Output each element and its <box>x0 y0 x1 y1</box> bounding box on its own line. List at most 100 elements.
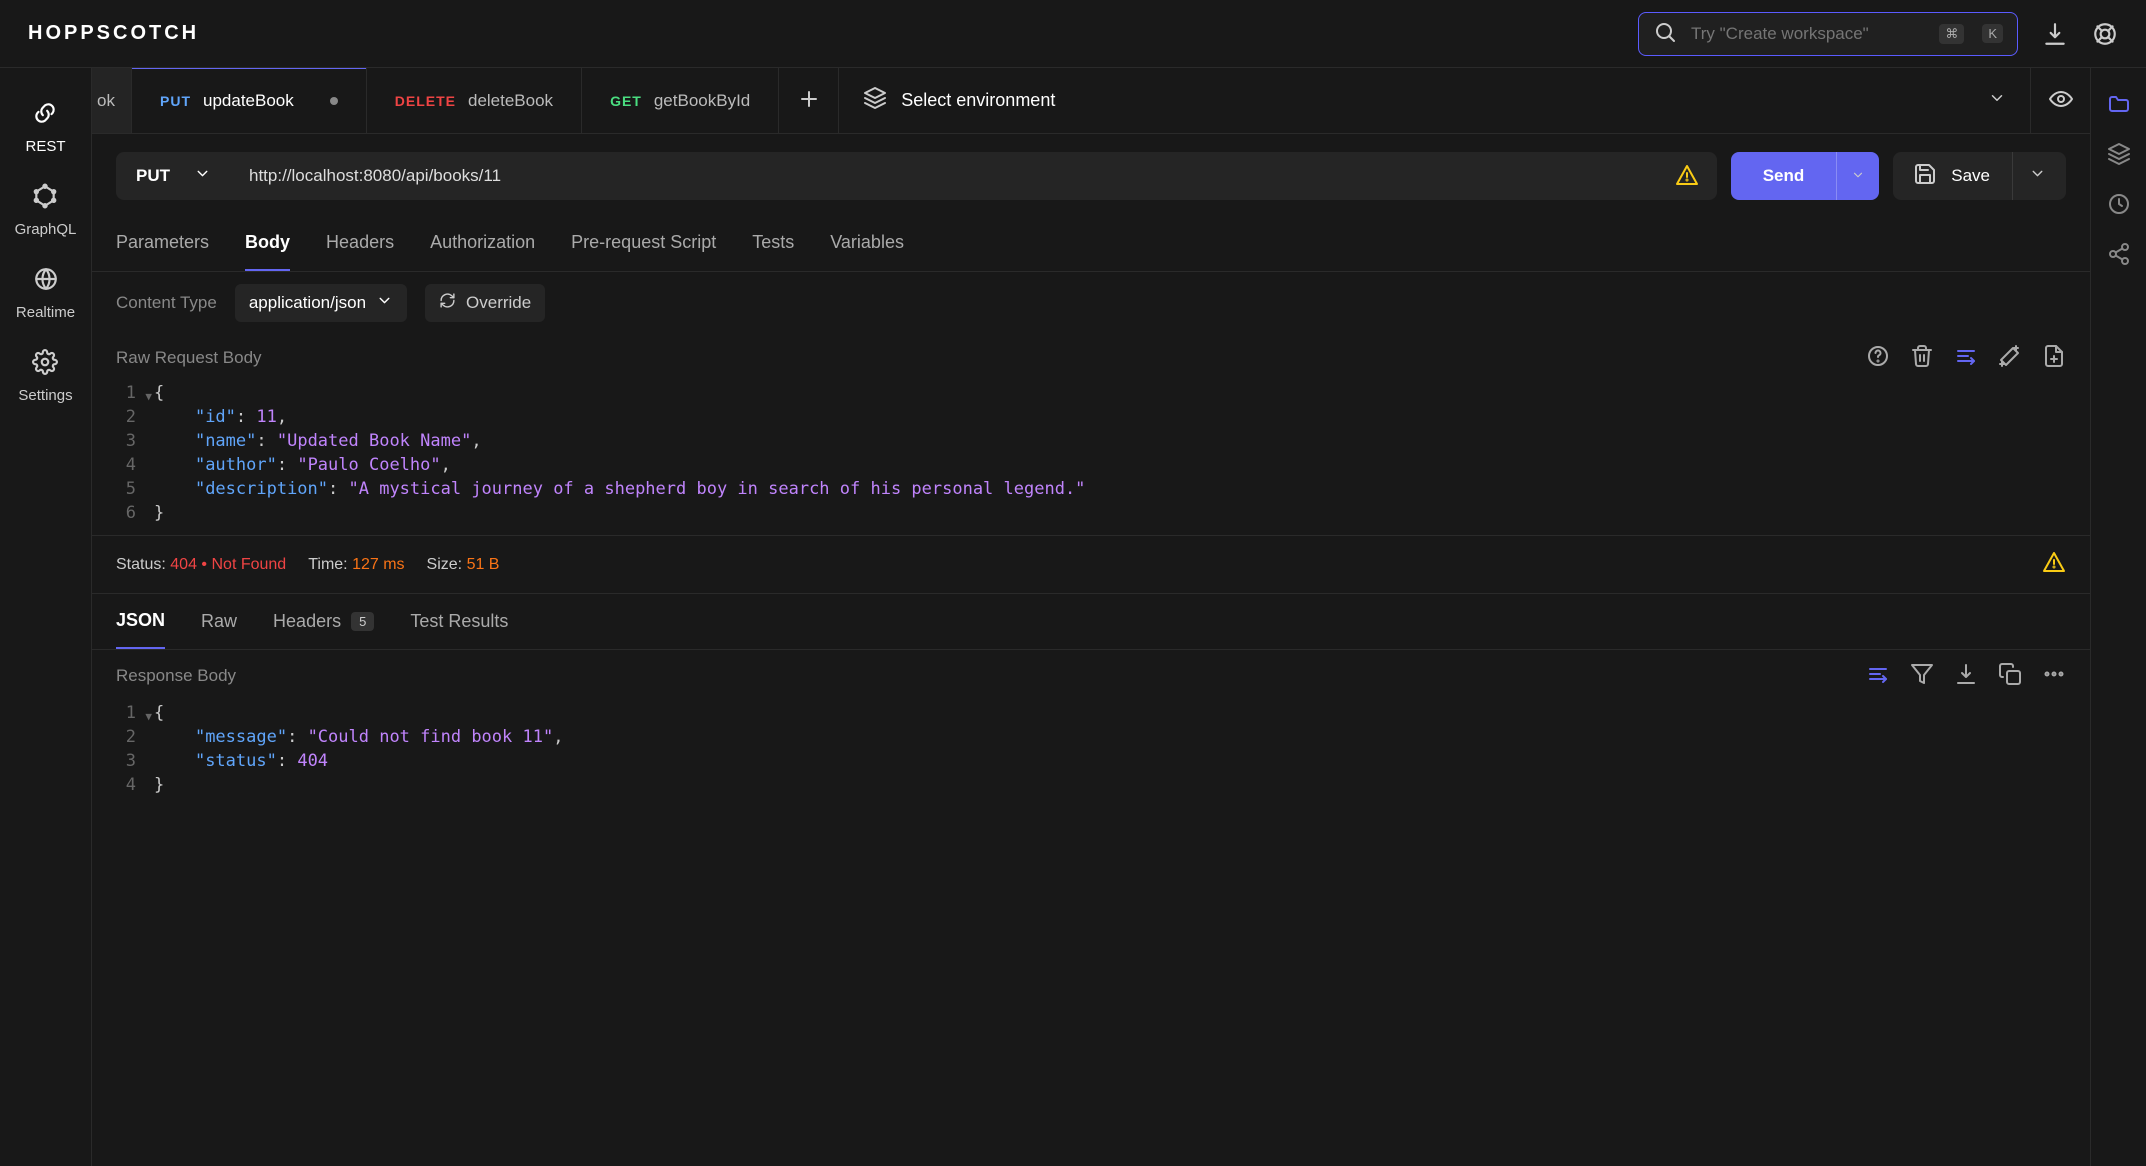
line-code: { <box>154 701 164 725</box>
more-icon[interactable] <box>2042 662 2066 689</box>
send-label: Send <box>1731 166 1837 186</box>
line-code: "status": 404 <box>154 749 328 773</box>
help-icon[interactable] <box>1866 344 1890 371</box>
add-tab-button[interactable] <box>779 68 839 133</box>
line-code: { <box>154 381 164 405</box>
graphql-icon <box>32 183 58 213</box>
folder-icon[interactable] <box>2107 92 2131 116</box>
request-row: PUT Send Save <box>92 134 2090 218</box>
file-plus-icon[interactable] <box>2042 344 2066 371</box>
save-icon <box>1913 162 1937 191</box>
response-body-viewer[interactable]: 1▼{2 "message": "Could not find book 11"… <box>92 701 2090 807</box>
tab-name: updateBook <box>203 91 294 111</box>
download-icon[interactable] <box>2042 21 2068 47</box>
environment-selector[interactable]: Select environment <box>839 68 2030 133</box>
url-input[interactable] <box>249 166 1665 186</box>
layers-icon[interactable] <box>2107 142 2131 166</box>
nav-rest[interactable]: REST <box>25 86 65 169</box>
chevron-down-icon <box>1851 168 1865 185</box>
tab-label: JSON <box>116 610 165 631</box>
download-icon[interactable] <box>1954 662 1978 689</box>
wand-icon[interactable] <box>1998 344 2022 371</box>
request-body-editor[interactable]: 1▼{2 "id": 11,3 "name": "Updated Book Na… <box>92 381 2090 535</box>
filter-icon[interactable] <box>1910 662 1934 689</box>
env-label: Select environment <box>901 90 1055 111</box>
wrap-icon[interactable] <box>1866 662 1890 689</box>
nav-graphql[interactable]: GraphQL <box>15 169 77 252</box>
line-number: 6 <box>92 501 154 525</box>
line-number: 5 <box>92 477 154 501</box>
global-search[interactable]: ⌘ K <box>1638 12 2018 56</box>
tab-updatebook[interactable]: PUT updateBook <box>132 68 367 133</box>
save-button[interactable]: Save <box>1893 152 2066 200</box>
content-type-selector[interactable]: application/json <box>235 284 407 322</box>
line-code: "id": 11, <box>154 405 287 429</box>
editor-line: 1▼{ <box>92 701 2090 725</box>
subtab-pre-request-script[interactable]: Pre-request Script <box>571 218 716 271</box>
support-icon[interactable] <box>2092 21 2118 47</box>
send-button[interactable]: Send <box>1731 152 1880 200</box>
warning-icon[interactable] <box>2042 550 2066 579</box>
kbd-mod: ⌘ <box>1939 24 1964 44</box>
editor-line: 6} <box>92 501 2090 525</box>
nav-realtime[interactable]: Realtime <box>16 252 75 335</box>
subtab-tests[interactable]: Tests <box>752 218 794 271</box>
subtab-headers[interactable]: Headers <box>326 218 394 271</box>
history-icon[interactable] <box>2107 192 2131 216</box>
nav-label: GraphQL <box>15 221 77 238</box>
response-tab-raw[interactable]: Raw <box>201 595 237 648</box>
line-number: 2 <box>92 405 154 429</box>
warning-icon[interactable] <box>1675 163 1699 190</box>
save-label: Save <box>1951 166 1990 186</box>
nav-label: Settings <box>18 387 72 404</box>
nav-settings[interactable]: Settings <box>18 335 72 418</box>
status-text: Not Found <box>211 556 286 573</box>
refresh-icon <box>439 292 456 314</box>
time-label: Time: <box>308 556 347 573</box>
tab-name: getBookById <box>654 91 750 111</box>
status-label: Status: <box>116 556 166 573</box>
env-preview-button[interactable] <box>2030 68 2090 133</box>
method-badge: GET <box>610 93 642 109</box>
tab-prev-partial[interactable]: ok <box>92 68 132 133</box>
tab-getbookbyid[interactable]: GET getBookById <box>582 68 779 133</box>
tab-label: Raw <box>201 611 237 632</box>
size-value: 51 B <box>467 556 500 573</box>
search-icon <box>1653 20 1677 47</box>
dirty-indicator-icon <box>330 97 338 105</box>
subtab-body[interactable]: Body <box>245 218 290 271</box>
trash-icon[interactable] <box>1910 344 1934 371</box>
size-label: Size: <box>427 556 463 573</box>
content-type-value: application/json <box>249 293 366 313</box>
subtab-parameters[interactable]: Parameters <box>116 218 209 271</box>
kbd-key: K <box>1982 24 2003 43</box>
share-icon[interactable] <box>2107 242 2131 266</box>
response-label-row: Response Body <box>92 650 2090 701</box>
editor-line: 3 "status": 404 <box>92 749 2090 773</box>
line-code: } <box>154 501 164 525</box>
body-label-row: Raw Request Body <box>92 334 2090 381</box>
nav-label: Realtime <box>16 304 75 321</box>
subtab-authorization[interactable]: Authorization <box>430 218 535 271</box>
chevron-down-icon <box>376 292 393 314</box>
search-input[interactable] <box>1691 24 1921 44</box>
line-number: 4 <box>92 773 154 797</box>
line-number: 1▼ <box>92 381 154 405</box>
copy-icon[interactable] <box>1998 662 2022 689</box>
response-tab-json[interactable]: JSON <box>116 594 165 649</box>
response-body-label: Response Body <box>116 666 236 686</box>
editor-line: 2 "message": "Could not find book 11", <box>92 725 2090 749</box>
response-tab-headers[interactable]: Headers5 <box>273 595 374 648</box>
method-selector[interactable]: PUT <box>116 152 231 200</box>
format-icon[interactable] <box>1954 344 1978 371</box>
tab-deletebook[interactable]: DELETE deleteBook <box>367 68 582 133</box>
right-sidebar <box>2090 68 2146 1166</box>
gear-icon <box>32 349 58 379</box>
line-number: 1▼ <box>92 701 154 725</box>
subtab-variables[interactable]: Variables <box>830 218 904 271</box>
response-tab-test-results[interactable]: Test Results <box>410 595 508 648</box>
send-options[interactable] <box>1836 152 1879 200</box>
chevron-down-icon <box>1988 89 2006 112</box>
save-options[interactable] <box>2012 152 2046 200</box>
override-button[interactable]: Override <box>425 284 545 322</box>
